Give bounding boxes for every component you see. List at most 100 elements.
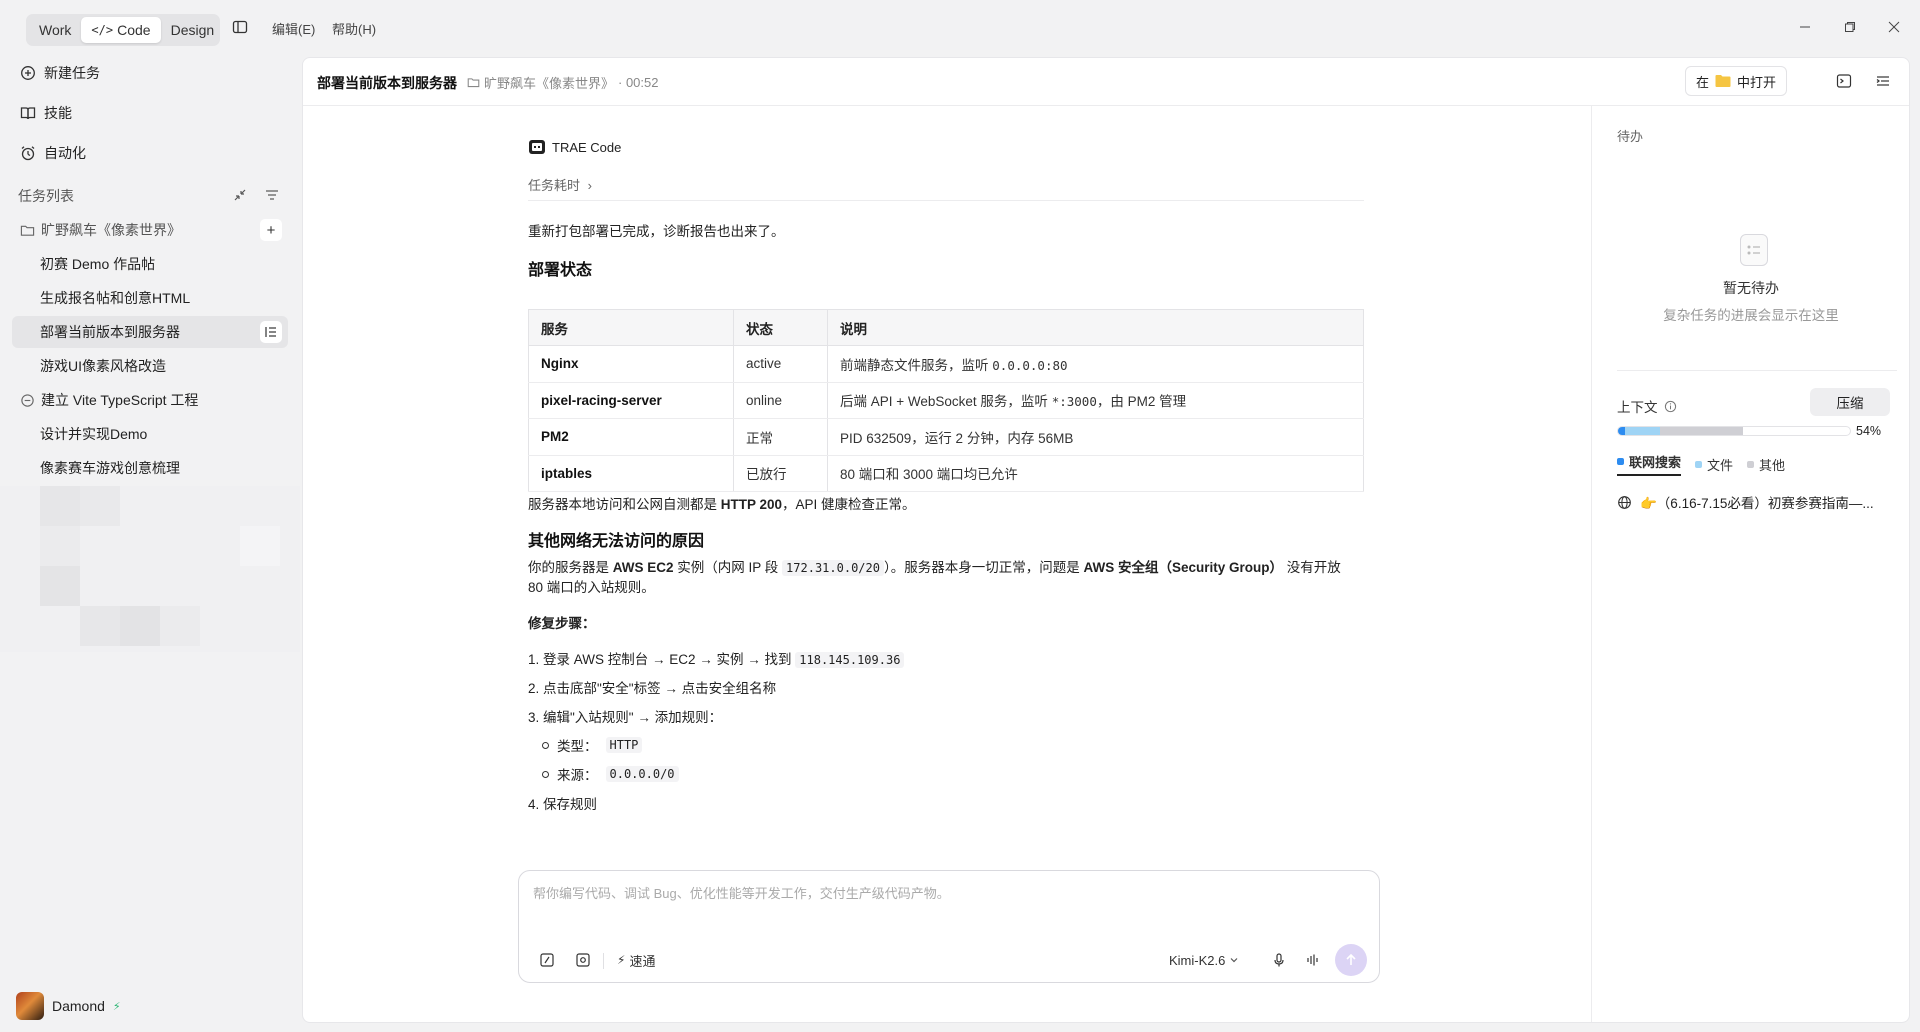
close-icon[interactable] — [1884, 17, 1904, 37]
context-legend: 联网搜索 文件 其他 — [1617, 452, 1785, 476]
maximize-icon[interactable] — [1840, 17, 1860, 37]
context-link-text: 👉（6.16-7.15必看）初赛参赛指南—... — [1640, 496, 1874, 511]
sidebar-skills[interactable]: 技能 — [20, 101, 72, 125]
task-time-toggle[interactable]: 任务耗时 › — [528, 175, 592, 194]
send-button[interactable] — [1335, 944, 1367, 976]
context-title: 上下文 — [1617, 396, 1677, 416]
legend-dot — [1747, 460, 1755, 468]
project-racing[interactable]: 旷野飙车《像素世界》 — [20, 218, 181, 242]
legend-web-search[interactable]: 联网搜索 — [1617, 452, 1682, 476]
mode-design-button[interactable]: Design — [161, 17, 225, 43]
todo-empty-title: 暂无待办 — [1723, 280, 1779, 296]
desc-text-post: ，由 PM2 管理 — [1096, 394, 1187, 410]
legend-other[interactable]: 其他 — [1747, 455, 1785, 474]
sidebar-new-task-label: 新建任务 — [44, 65, 100, 81]
task-elapsed: · 00:52 — [618, 75, 659, 90]
bullet-icon — [542, 770, 549, 778]
add-task-button[interactable]: + — [260, 219, 282, 241]
book-icon — [20, 107, 36, 120]
image-icon[interactable] — [575, 952, 591, 968]
right-panel: 待办 暂无待办 复杂任务的进展会显示在这里 上下文 压缩 54% 联网搜索 文件 — [1591, 106, 1909, 1022]
compress-button[interactable]: 压缩 — [1810, 388, 1890, 416]
table-cell-desc: 前端静态文件服务，监听 0.0.0.0:80 — [827, 345, 1364, 383]
task-time-label: 任务耗时 — [528, 178, 581, 193]
context-bar-file — [1624, 427, 1660, 435]
project-vite[interactable]: 建立 Vite TypeScript 工程 — [20, 388, 198, 412]
open-in-prefix: 在 — [1695, 74, 1709, 90]
fix-step-3: 3. 编辑"入站规则" → 添加规则： — [528, 710, 723, 725]
table-row: PM2 正常 PID 632509，运行 2 分钟，内存 56MB — [528, 418, 1364, 456]
task-item[interactable]: 初赛 Demo 作品帖 — [12, 248, 288, 280]
new-task-icon — [21, 66, 35, 80]
collapse-icon[interactable] — [232, 187, 248, 203]
task-item[interactable]: 像素赛车游戏创意梳理 — [12, 452, 288, 484]
message-input[interactable] — [533, 883, 1363, 923]
info-icon[interactable] — [1664, 400, 1677, 413]
todo-title: 待办 — [1617, 129, 1644, 144]
table-cell-status: online — [733, 382, 828, 419]
legend-file[interactable]: 文件 — [1695, 455, 1733, 474]
todo-empty-subtitle: 复杂任务的进展会显示在这里 — [1663, 308, 1839, 323]
sub-step-code: 0.0.0.0/0 — [605, 766, 679, 782]
mode-work-button[interactable]: Work — [29, 17, 81, 43]
table-cell-service: iptables — [528, 455, 734, 492]
edit-icon[interactable] — [539, 952, 555, 968]
main-panel: 部署当前版本到服务器 旷野飙车《像素世界》 · 00:52 在 中打开 TRAE… — [302, 57, 1910, 1023]
context-bar-other — [1659, 427, 1744, 435]
task-item[interactable]: 游戏UI像素风格改造 — [12, 350, 288, 382]
terminal-icon[interactable] — [1836, 73, 1852, 89]
reason-bold: AWS 安全组（Security Group） — [1083, 560, 1284, 575]
task-outline-icon[interactable] — [260, 321, 282, 343]
table-row: pixel-racing-server online 后端 API + WebS… — [528, 382, 1364, 419]
task-item-label: 部署当前版本到服务器 — [40, 324, 180, 340]
sidebar-automation[interactable]: 自动化 — [20, 141, 86, 165]
task-item[interactable]: 生成报名帖和创意HTML — [12, 282, 288, 314]
menu-edit[interactable]: 编辑(E) — [272, 19, 315, 38]
menu-help[interactable]: 帮助(H) — [332, 19, 376, 38]
code-icon: </> — [91, 23, 114, 37]
legend-dot — [1617, 458, 1624, 465]
task-item[interactable]: 设计并实现Demo — [12, 418, 288, 450]
sub-step-label: 类型： — [557, 739, 598, 754]
sidebar-new-task[interactable]: 新建任务 — [20, 61, 100, 85]
speed-mode-button[interactable]: ⚡ 速通 — [617, 949, 655, 971]
reason-part: 没有开放 — [1283, 560, 1341, 575]
agent-label: TRAE Code — [528, 138, 621, 156]
sub-step-code: HTTP — [605, 737, 643, 753]
desc-text: 前端静态文件服务，监听 — [840, 357, 993, 373]
voice-wave-icon[interactable] — [1305, 952, 1321, 968]
folder-icon — [20, 225, 35, 236]
step-text: 1. 登录 AWS 控制台 → EC2 → 实例 → 找到 — [528, 652, 796, 667]
desc-text: 后端 API + WebSocket 服务，监听 — [840, 394, 1052, 410]
task-list-title: 任务列表 — [18, 188, 74, 204]
divider — [1617, 370, 1897, 371]
reason-text: 你的服务器是 AWS EC2 实例（内网 IP 段 172.31.0.0/20）… — [528, 558, 1368, 598]
mode-code-button[interactable]: </> Code — [81, 17, 161, 43]
health-bold: HTTP 200 — [720, 497, 783, 512]
panel-list-icon[interactable] — [1875, 73, 1891, 89]
open-in-suffix: 中打开 — [1736, 74, 1776, 90]
page-title: 部署当前版本到服务器 — [317, 75, 457, 91]
user-profile[interactable]: Damond ⚡ — [16, 992, 121, 1020]
top-bar: Work </> Code Design 编辑(E) 帮助(H) — [0, 0, 1920, 56]
reason-part: 实例（内网 IP 段 — [673, 560, 783, 575]
model-selector[interactable]: Kimi-K2.6 — [1169, 949, 1239, 971]
minimize-icon[interactable] — [1795, 17, 1815, 37]
task-header: 部署当前版本到服务器 旷野飙车《像素世界》 · 00:52 在 中打开 — [303, 58, 1909, 106]
microphone-icon[interactable] — [1271, 952, 1287, 968]
sidebar-toggle-icon[interactable] — [232, 19, 248, 35]
filter-icon[interactable] — [264, 187, 280, 203]
arrow-up-icon — [1346, 953, 1356, 965]
sidebar-skills-label: 技能 — [44, 105, 72, 121]
alarm-clock-icon — [21, 146, 35, 161]
desc-code: *:3000 — [1051, 394, 1097, 410]
context-web-link[interactable]: 👉（6.16-7.15必看）初赛参赛指南—... — [1617, 492, 1874, 512]
open-in-folder-button[interactable]: 在 中打开 — [1684, 66, 1787, 96]
task-item-active[interactable]: 部署当前版本到服务器 — [12, 316, 288, 348]
chevron-down-icon — [1230, 958, 1238, 963]
mode-switch: Work </> Code Design — [26, 14, 220, 46]
legend-label: 文件 — [1707, 457, 1734, 473]
table-header: 状态 — [733, 309, 828, 346]
reason-part: ）。服务器本身一切正常，问题是 — [883, 560, 1084, 575]
section-title-network: 其他网络无法访问的原因 — [528, 533, 705, 550]
